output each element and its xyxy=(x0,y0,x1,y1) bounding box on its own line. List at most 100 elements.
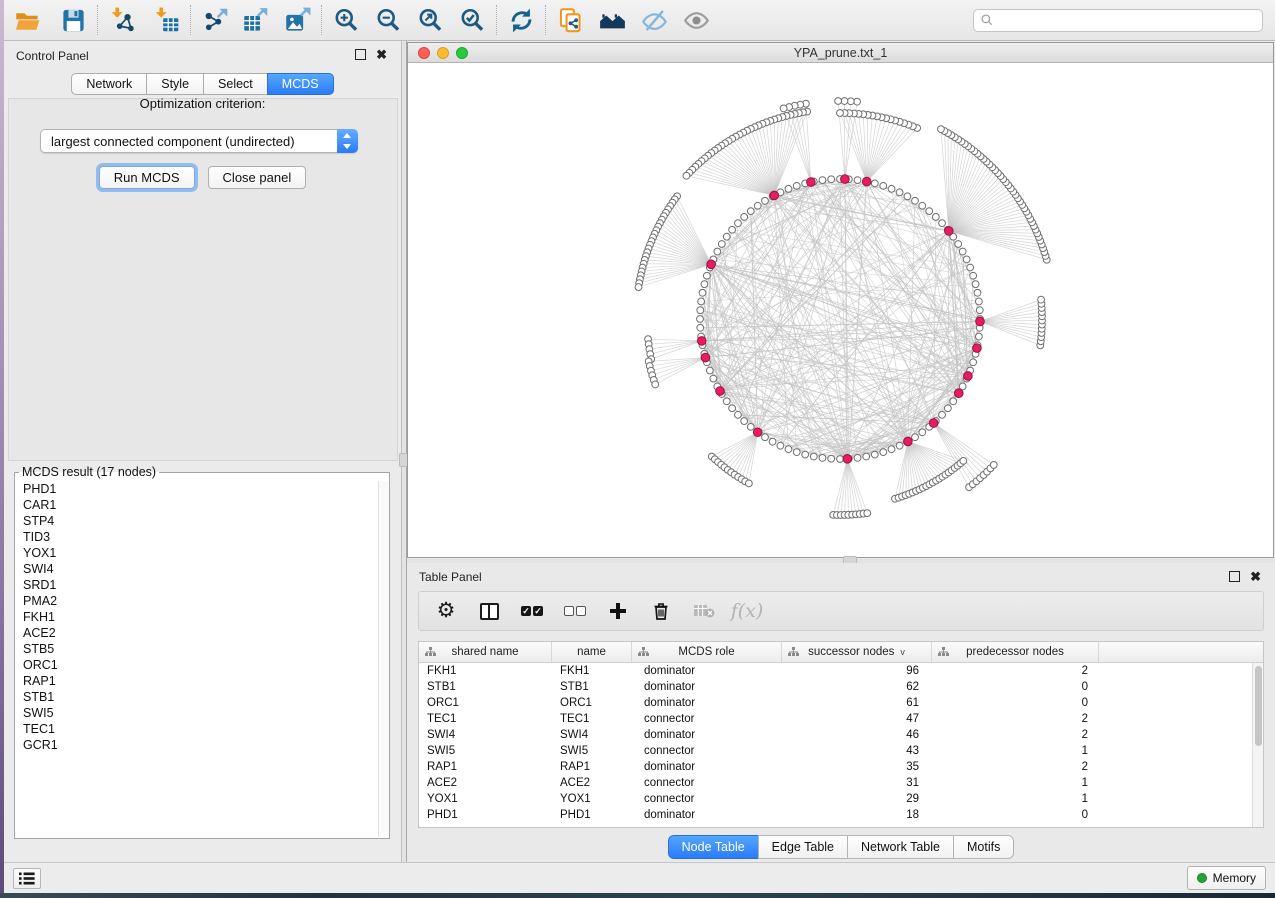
network-edge[interactable] xyxy=(847,459,859,514)
table-cell[interactable]: 2 xyxy=(932,727,1099,743)
apply-preferred-layout-icon[interactable] xyxy=(504,4,538,36)
import-table-icon[interactable] xyxy=(149,4,183,36)
network-node[interactable] xyxy=(939,220,946,227)
table-cell[interactable]: 62 xyxy=(782,679,932,695)
open-session-icon[interactable] xyxy=(10,4,44,36)
network-edge[interactable] xyxy=(774,114,794,195)
table-cell[interactable]: SWI4 xyxy=(552,727,632,743)
mcds-dominator-node[interactable] xyxy=(945,227,954,236)
import-network-icon[interactable] xyxy=(105,4,139,36)
table-cell[interactable]: 0 xyxy=(932,695,1099,711)
table-cell[interactable]: 47 xyxy=(782,711,932,727)
column-header-successor-nodes[interactable]: successor nodes v xyxy=(782,642,932,662)
network-node[interactable] xyxy=(919,429,926,436)
mcds-result-item[interactable]: CAR1 xyxy=(16,497,378,513)
table-cell[interactable]: dominator xyxy=(632,695,782,711)
mcds-result-item[interactable]: TEC1 xyxy=(16,721,378,737)
add-column-icon[interactable] xyxy=(607,600,629,622)
network-node[interactable] xyxy=(741,418,748,425)
network-node[interactable] xyxy=(754,202,761,209)
table-cell[interactable]: FKH1 xyxy=(419,663,552,679)
network-node[interactable] xyxy=(959,248,966,255)
network-node[interactable] xyxy=(819,454,826,461)
network-node[interactable] xyxy=(762,434,769,441)
network-edge[interactable] xyxy=(980,300,1041,322)
table-row[interactable]: SWI5SWI5connector431 xyxy=(419,743,1252,759)
network-node[interactable] xyxy=(975,298,982,305)
table-cell[interactable]: YOX1 xyxy=(419,791,552,807)
mcds-result-item[interactable]: ORC1 xyxy=(16,657,378,673)
select-all-icon[interactable]: ✓✓ xyxy=(521,600,543,622)
network-node[interactable] xyxy=(904,193,911,200)
network-node[interactable] xyxy=(976,307,983,314)
column-header-predecessor-nodes[interactable]: predecessor nodes xyxy=(932,642,1099,662)
close-panel-button[interactable]: Close panel xyxy=(208,166,307,189)
mcds-result-item[interactable]: YOX1 xyxy=(16,545,378,561)
network-node[interactable] xyxy=(697,316,704,323)
network-node[interactable] xyxy=(723,233,730,240)
table-cell[interactable]: 2 xyxy=(932,759,1099,775)
save-session-icon[interactable] xyxy=(56,4,90,36)
table-cell[interactable]: FKH1 xyxy=(552,663,632,679)
network-node[interactable] xyxy=(919,202,926,209)
network-node[interactable] xyxy=(793,449,800,456)
table-cell[interactable]: YOX1 xyxy=(552,791,632,807)
network-node[interactable] xyxy=(938,126,945,133)
zoom-selected-icon[interactable] xyxy=(455,4,489,36)
network-node[interactable] xyxy=(718,241,725,248)
table-row[interactable]: ACE2ACE2connector311 xyxy=(419,775,1252,791)
table-cell[interactable]: 0 xyxy=(932,679,1099,695)
network-edge[interactable] xyxy=(949,231,1047,260)
table-cell[interactable]: SWI5 xyxy=(552,743,632,759)
export-image-icon[interactable] xyxy=(280,4,314,36)
network-node[interactable] xyxy=(785,446,792,453)
tab-network[interactable]: Network xyxy=(71,73,146,95)
network-node[interactable] xyxy=(932,214,939,221)
network-node[interactable] xyxy=(896,442,903,449)
tab-node-table[interactable]: Node Table xyxy=(668,835,758,859)
table-cell[interactable]: 29 xyxy=(782,791,932,807)
table-cell[interactable]: 43 xyxy=(782,743,932,759)
network-node[interactable] xyxy=(828,176,835,183)
zoom-fit-content-icon[interactable] xyxy=(413,4,447,36)
mcds-list-scrollbar[interactable] xyxy=(378,481,388,837)
network-edge[interactable] xyxy=(867,123,904,181)
network-edge[interactable] xyxy=(849,113,866,181)
network-node[interactable] xyxy=(762,197,769,204)
table-row[interactable]: RAP1RAP1dominator352 xyxy=(419,759,1252,775)
mcds-result-item[interactable]: RAP1 xyxy=(16,673,378,689)
table-cell[interactable]: dominator xyxy=(632,663,782,679)
network-node[interactable] xyxy=(864,510,871,517)
criterion-dropdown[interactable]: largest connected component (undirected) xyxy=(40,129,358,153)
deselect-all-icon[interactable] xyxy=(564,600,586,622)
zoom-in-icon[interactable] xyxy=(329,4,363,36)
network-edge[interactable] xyxy=(822,180,857,458)
run-mcds-button[interactable]: Run MCDS xyxy=(99,166,195,189)
mcds-result-item[interactable]: PHD1 xyxy=(16,481,378,497)
table-cell[interactable]: 46 xyxy=(782,727,932,743)
network-node[interactable] xyxy=(847,98,854,105)
table-cell[interactable]: PHD1 xyxy=(419,807,552,823)
network-node[interactable] xyxy=(863,453,870,460)
table-row[interactable]: SWI4SWI4dominator462 xyxy=(419,727,1252,743)
close-panel-icon[interactable]: ✖ xyxy=(376,49,387,60)
column-header-mcds-role[interactable]: MCDS role xyxy=(632,642,782,662)
mcds-dominator-node[interactable] xyxy=(753,428,762,437)
table-cell[interactable]: ORC1 xyxy=(419,695,552,711)
network-node[interactable] xyxy=(880,449,887,456)
table-cell[interactable]: connector xyxy=(632,743,782,759)
table-scrollbar-thumb[interactable] xyxy=(1255,666,1262,746)
network-node[interactable] xyxy=(967,264,974,271)
network-node[interactable] xyxy=(955,241,962,248)
network-node[interactable] xyxy=(802,451,809,458)
mcds-dominator-node[interactable] xyxy=(843,455,852,464)
network-node[interactable] xyxy=(723,398,730,405)
network-node[interactable] xyxy=(785,185,792,192)
table-row[interactable]: TEC1TEC1connector472 xyxy=(419,711,1252,727)
table-cell[interactable]: ACE2 xyxy=(419,775,552,791)
network-node[interactable] xyxy=(888,446,895,453)
table-row[interactable]: ORC1ORC1dominator610 xyxy=(419,695,1252,711)
table-cell[interactable]: PHD1 xyxy=(552,807,632,823)
table-cell[interactable]: STB1 xyxy=(419,679,552,695)
mcds-result-item[interactable]: ACE2 xyxy=(16,625,378,641)
